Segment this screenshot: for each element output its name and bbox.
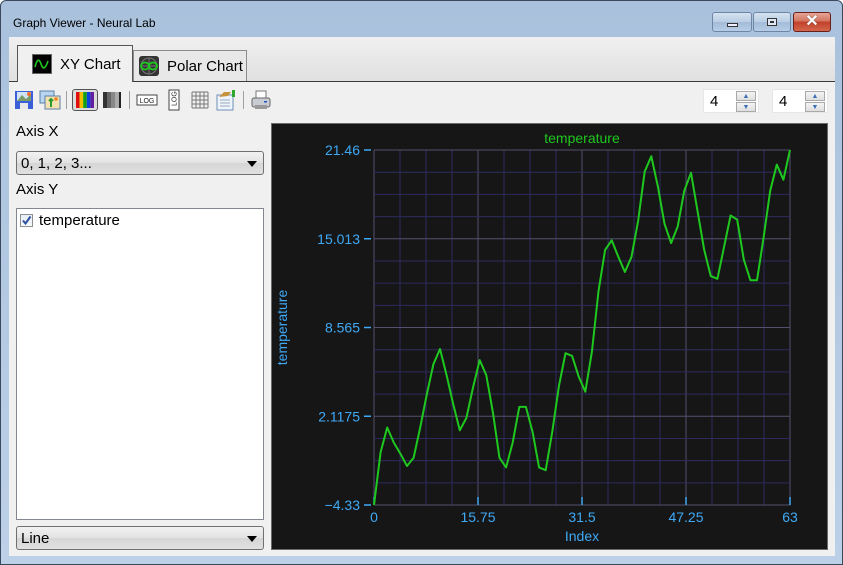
tab-label: XY Chart <box>60 55 121 73</box>
arrow-up-icon: ▲ <box>742 92 750 100</box>
y-divisions-up-button[interactable]: ▲ <box>805 91 825 101</box>
series-label: temperature <box>39 212 120 229</box>
close-button[interactable]: ✕ <box>793 12 831 32</box>
title-bar[interactable]: Graph Viewer - Neural Lab ✕ <box>1 1 842 37</box>
tab-label: Polar Chart <box>167 57 243 75</box>
log-y-icon: LOG <box>168 89 180 111</box>
arrow-down-icon: ▼ <box>742 103 750 111</box>
client-area: XY Chart Polar Chart LOG LOG 4 ▲ ▼ 4 ▲ ▼… <box>9 37 835 556</box>
y-tick-label: −4.33 <box>325 497 361 513</box>
axis-x-dropdown[interactable]: 0, 1, 2, 3... <box>16 151 264 175</box>
save-image-button[interactable] <box>13 89 35 111</box>
chart-title: temperature <box>544 130 620 146</box>
log-x-icon: LOG <box>136 94 158 106</box>
svg-text:LOG: LOG <box>172 91 179 106</box>
xy-chart: −4.33 2.1175 8.565 15.013 21.46 0 15.75 31.5 47.… <box>274 130 798 544</box>
log-x-button[interactable]: LOG <box>136 89 158 111</box>
grayscale-palette-button[interactable] <box>101 89 123 111</box>
y-axis-title: temperature <box>274 290 290 366</box>
axis-x-dropdown-value: 0, 1, 2, 3... <box>21 155 92 172</box>
y-divisions-down-button[interactable]: ▼ <box>805 102 825 112</box>
minimize-icon <box>726 23 738 27</box>
axis-y-label: Axis Y <box>16 181 59 198</box>
chevron-down-icon <box>247 161 257 167</box>
minimize-button[interactable] <box>712 12 752 32</box>
x-tick-label: 15.75 <box>460 509 495 525</box>
save-image-icon <box>15 91 33 109</box>
chevron-down-icon <box>247 536 257 542</box>
maximize-icon <box>767 18 777 26</box>
y-divisions-value: 4 <box>779 93 788 110</box>
arrow-down-icon: ▼ <box>811 103 819 111</box>
grid-button[interactable] <box>189 89 211 111</box>
svg-text:LOG: LOG <box>140 98 155 105</box>
color-palette-icon <box>76 92 94 108</box>
tab-strip: XY Chart Polar Chart <box>9 37 835 82</box>
plot-type-dropdown[interactable]: Line <box>16 526 264 550</box>
x-divisions-down-button[interactable]: ▼ <box>736 102 756 112</box>
arrow-up-icon: ▲ <box>811 92 819 100</box>
close-icon: ✕ <box>805 13 819 30</box>
properties-icon <box>216 90 235 111</box>
toolbar-separator <box>129 91 130 109</box>
toolbar-separator <box>243 91 244 109</box>
print-icon <box>251 90 271 109</box>
x-tick-label: 0 <box>370 509 378 525</box>
checkmark-icon <box>22 215 32 226</box>
x-tick-label: 63 <box>782 509 798 525</box>
plot-type-value: Line <box>21 530 50 547</box>
grayscale-palette-icon <box>103 92 121 108</box>
series-list-item[interactable]: temperature <box>20 212 120 229</box>
chart-panel[interactable]: −4.33 2.1175 8.565 15.013 21.46 0 15.75 31.5 47.… <box>271 123 828 550</box>
x-divisions-spinner[interactable]: 4 ▲ ▼ <box>703 89 759 113</box>
y-tick-label: 15.013 <box>317 231 360 247</box>
tab-polar-chart[interactable]: Polar Chart <box>133 50 247 81</box>
export-image-button[interactable] <box>39 89 61 111</box>
properties-button[interactable] <box>215 89 237 111</box>
series-checkbox[interactable] <box>20 214 33 227</box>
toolbar: LOG LOG 4 ▲ ▼ 4 ▲ ▼ <box>9 82 835 120</box>
axis-x-label: Axis X <box>16 123 59 140</box>
sine-wave-icon <box>32 54 52 74</box>
y-divisions-spinner[interactable]: 4 ▲ ▼ <box>772 89 828 113</box>
print-button[interactable] <box>250 89 272 111</box>
polar-chart-icon <box>139 56 159 76</box>
toolbar-separator <box>66 91 67 109</box>
tab-xy-chart[interactable]: XY Chart <box>17 45 133 82</box>
x-axis-title: Index <box>565 528 599 544</box>
x-divisions-value: 4 <box>710 93 719 110</box>
app-window: Graph Viewer - Neural Lab ✕ XY Chart Pol… <box>0 0 843 565</box>
y-tick-label: 21.46 <box>325 142 360 158</box>
export-image-icon <box>39 90 61 110</box>
y-tick-label: 8.565 <box>325 320 360 336</box>
color-palette-button[interactable] <box>72 89 98 111</box>
log-y-button[interactable]: LOG <box>163 89 185 111</box>
x-tick-label: 31.5 <box>568 509 595 525</box>
x-tick-label: 47.25 <box>668 509 703 525</box>
x-divisions-up-button[interactable]: ▲ <box>736 91 756 101</box>
maximize-button[interactable] <box>753 12 791 32</box>
window-title: Graph Viewer - Neural Lab <box>13 16 156 30</box>
y-tick-label: 2.1175 <box>318 408 360 424</box>
series-list[interactable]: temperature <box>16 208 264 520</box>
grid-icon <box>191 91 209 109</box>
